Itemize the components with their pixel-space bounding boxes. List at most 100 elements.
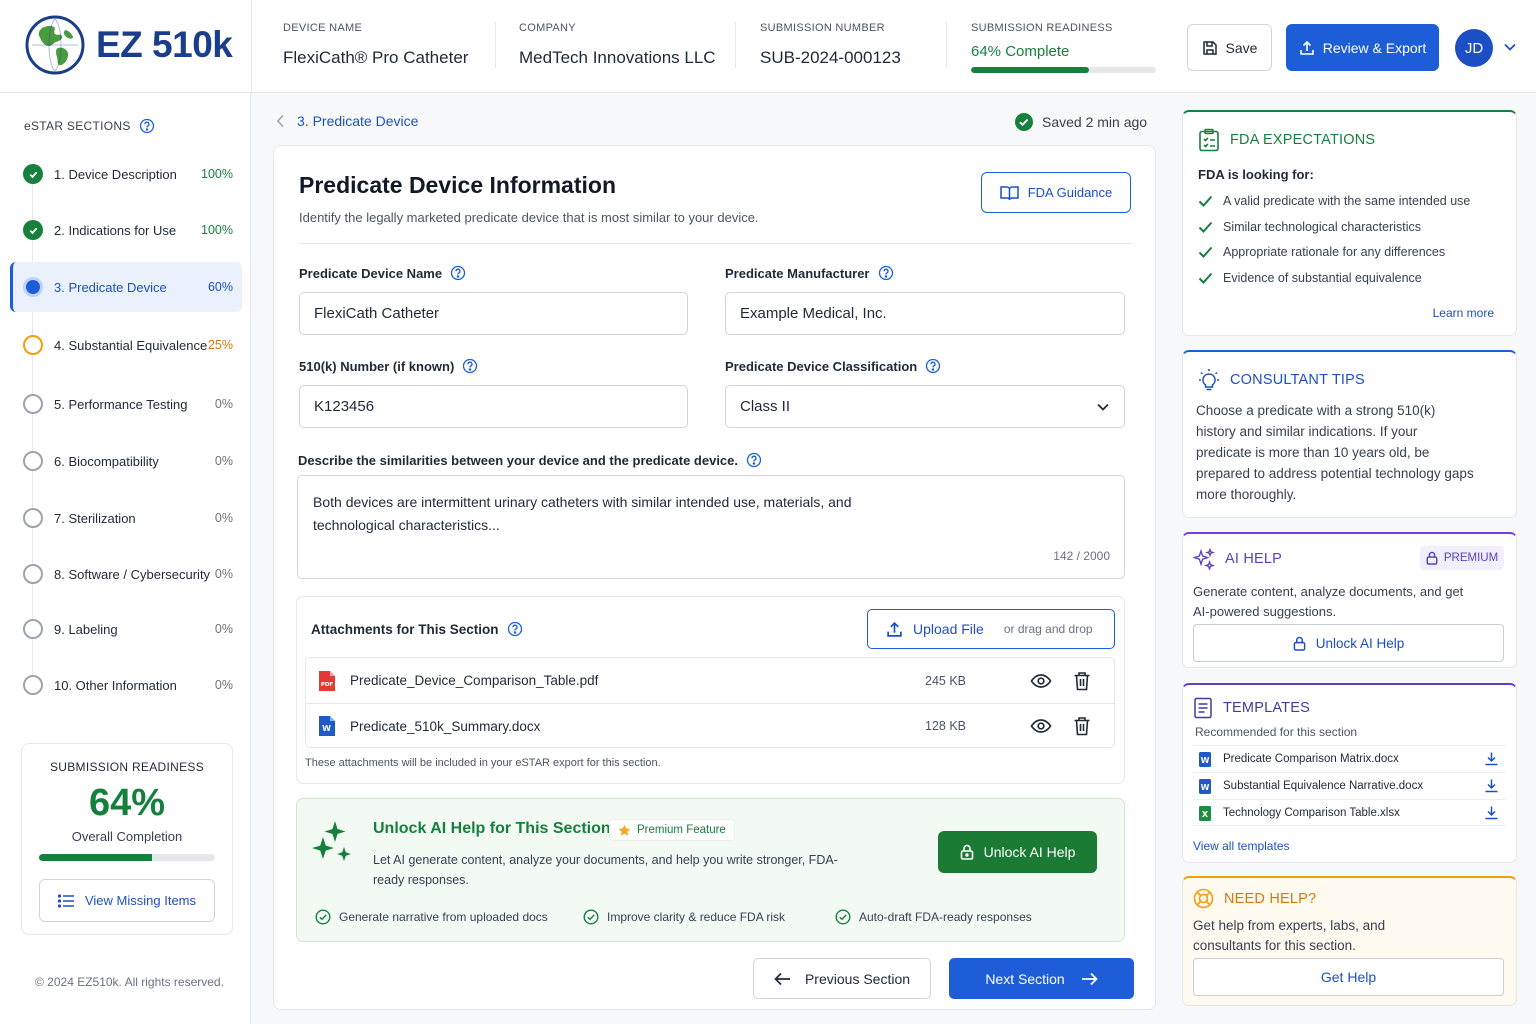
breadcrumb[interactable]: 3. Predicate Device <box>276 113 418 129</box>
sidebar-item-predicate-device[interactable]: 3. Predicate Device 60% <box>10 262 242 312</box>
help-circle-icon[interactable] <box>450 265 466 281</box>
manufacturer-label: Predicate Manufacturer <box>725 265 894 281</box>
view-all-templates-link[interactable]: View all templates <box>1193 839 1290 853</box>
app-logo[interactable]: EZ 510k <box>24 14 233 76</box>
lock-icon <box>1426 551 1438 565</box>
sidebar-item-device-description[interactable]: 1. Device Description 100% <box>10 149 242 199</box>
download-icon[interactable] <box>1484 751 1499 766</box>
help-circle-icon[interactable] <box>139 118 155 134</box>
sidebar-title-text: eSTAR SECTIONS <box>24 119 131 133</box>
device-name-label: DEVICE NAME <box>283 22 363 34</box>
fda-guidance-label: FDA Guidance <box>1027 185 1113 200</box>
fda-expectation-item: Appropriate rationale for any difference… <box>1198 245 1445 259</box>
save-button-label: Save <box>1225 39 1258 56</box>
saved-status: Saved 2 min ago <box>1015 113 1147 131</box>
sidebar-item-labeling[interactable]: 9. Labeling 0% <box>10 604 242 654</box>
sidebar-item-percent: 100% <box>201 223 233 237</box>
download-icon[interactable] <box>1484 778 1499 793</box>
unlock-ai-help-button[interactable]: Unlock AI Help <box>938 831 1097 873</box>
unlock-ai-help-side-button[interactable]: Unlock AI Help <box>1193 624 1504 662</box>
complete-check-icon <box>23 164 43 184</box>
manufacturer-label-text: Predicate Manufacturer <box>725 265 870 281</box>
ai-promo-title: Unlock AI Help for This Section <box>373 820 611 837</box>
fda-expectation-text: Appropriate rationale for any difference… <box>1223 245 1446 259</box>
pdf-file-icon: PDF <box>319 670 335 691</box>
ai-help-text: Generate content, analyze documents, and… <box>1193 584 1464 619</box>
chevron-left-icon[interactable] <box>276 114 285 128</box>
review-export-label: Review & Export <box>1322 39 1427 56</box>
fda-expectation-text: A valid predicate with the same intended… <box>1223 194 1471 208</box>
manufacturer-input[interactable]: Example Medical, Inc. <box>725 292 1125 335</box>
help-circle-icon[interactable] <box>507 621 523 637</box>
list-icon <box>57 893 74 908</box>
fda-expectations-title: FDA EXPECTATIONS <box>1198 128 1375 152</box>
fda-expectation-text: Evidence of substantial equivalence <box>1223 271 1422 285</box>
book-icon <box>999 185 1019 200</box>
help-circle-icon[interactable] <box>462 358 478 374</box>
sidebar-item-sterilization[interactable]: 7. Sterilization 0% <box>10 493 242 543</box>
sidebar-item-biocompatibility[interactable]: 6. Biocompatibility 0% <box>10 436 242 486</box>
previous-section-button[interactable]: Previous Section <box>753 958 931 999</box>
classification-select[interactable]: Class II <box>725 385 1125 428</box>
readiness-field: SUBMISSION READINESS 64% Complete <box>971 22 1156 73</box>
trash-icon[interactable] <box>1073 716 1091 736</box>
lifebuoy-icon <box>1193 888 1214 909</box>
eye-icon[interactable] <box>1030 718 1052 734</box>
ai-feature-text: Generate narrative from uploaded docs <box>339 910 548 924</box>
sidebar-item-label: 5. Performance Testing <box>54 396 188 412</box>
attachment-name: Predicate_510k_Summary.docx <box>350 718 541 734</box>
chevron-down-icon[interactable] <box>1503 40 1517 54</box>
next-section-button[interactable]: Next Section <box>949 958 1134 999</box>
template-item[interactable]: W Predicate Comparison Matrix.docx <box>1193 745 1505 772</box>
help-circle-icon[interactable] <box>878 265 894 281</box>
upload-file-button[interactable]: Upload File or drag and drop <box>867 609 1115 649</box>
word-badge: W <box>1201 783 1210 792</box>
logo-text: EZ 510k <box>96 24 233 65</box>
premium-feature-label: Premium Feature <box>637 824 726 836</box>
save-icon <box>1202 40 1217 55</box>
user-avatar[interactable]: JD <box>1455 29 1493 67</box>
sidebar-item-other-information[interactable]: 10. Other Information 0% <box>10 660 242 710</box>
fda-guidance-button[interactable]: FDA Guidance <box>981 172 1131 213</box>
view-missing-items-button[interactable]: View Missing Items <box>39 879 215 922</box>
get-help-button[interactable]: Get Help <box>1193 958 1504 996</box>
review-export-button[interactable]: Review & Export <box>1286 24 1439 71</box>
eye-icon[interactable] <box>1030 673 1052 689</box>
help-circle-icon[interactable] <box>746 452 762 468</box>
device-name-field: DEVICE NAME FlexiCath® Pro Catheter <box>283 22 468 68</box>
attachment-row[interactable]: W Predicate_510k_Summary.docx 128 KB <box>306 703 1114 748</box>
submission-number-field: SUBMISSION NUMBER SUB-2024-000123 <box>760 22 901 68</box>
sidebar-item-percent: 60% <box>207 280 233 294</box>
predicate-name-input[interactable]: FlexiCath Catheter <box>299 292 688 335</box>
k-number-label-text: 510(k) Number (if known) <box>299 358 455 374</box>
sidebar-item-substantial-equivalence[interactable]: 4. Substantial Equivalence 25% <box>10 320 242 370</box>
sidebar-item-indications-for-use[interactable]: 2. Indications for Use 100% <box>10 205 242 255</box>
header-divider <box>251 0 252 93</box>
fda-expectation-item: Similar technological characteristics <box>1198 220 1421 234</box>
attachments-title-text: Attachments for This Section <box>311 621 499 637</box>
sidebar-item-label: 7. Sterilization <box>54 510 136 526</box>
clipboard-check-icon <box>1199 128 1219 152</box>
similarities-textarea[interactable]: Both devices are intermittent urinary ca… <box>297 475 1125 579</box>
sidebar-item-software-cybersecurity[interactable]: 8. Software / Cybersecurity 0% <box>10 549 242 599</box>
sidebar-item-percent: 100% <box>201 167 233 181</box>
word-badge: W <box>322 724 331 733</box>
readiness-card-progress <box>39 854 215 861</box>
download-icon[interactable] <box>1484 805 1499 820</box>
sidebar-item-performance-testing[interactable]: 5. Performance Testing 0% <box>10 379 242 429</box>
classification-selected-value: Class II <box>740 398 791 415</box>
template-item[interactable]: W Substantial Equivalence Narrative.docx <box>1193 772 1505 799</box>
help-circle-icon[interactable] <box>925 358 941 374</box>
previous-section-label: Previous Section <box>804 970 911 987</box>
readiness-card-title: SUBMISSION READINESS <box>49 760 205 774</box>
k-number-input[interactable]: K123456 <box>299 385 688 428</box>
check-circle-icon <box>583 909 599 925</box>
learn-more-link[interactable]: Learn more <box>1433 306 1494 320</box>
save-button[interactable]: Save <box>1187 24 1272 71</box>
trash-icon[interactable] <box>1073 671 1091 691</box>
breadcrumb-label[interactable]: 3. Predicate Device <box>297 113 418 129</box>
template-item[interactable]: X Technology Comparison Table.xlsx <box>1193 799 1505 826</box>
template-name: Technology Comparison Table.xlsx <box>1223 806 1400 819</box>
predicate-form-card: Predicate Device Information Identify th… <box>273 145 1156 1010</box>
attachment-row[interactable]: PDF Predicate_Device_Comparison_Table.pd… <box>306 658 1114 703</box>
